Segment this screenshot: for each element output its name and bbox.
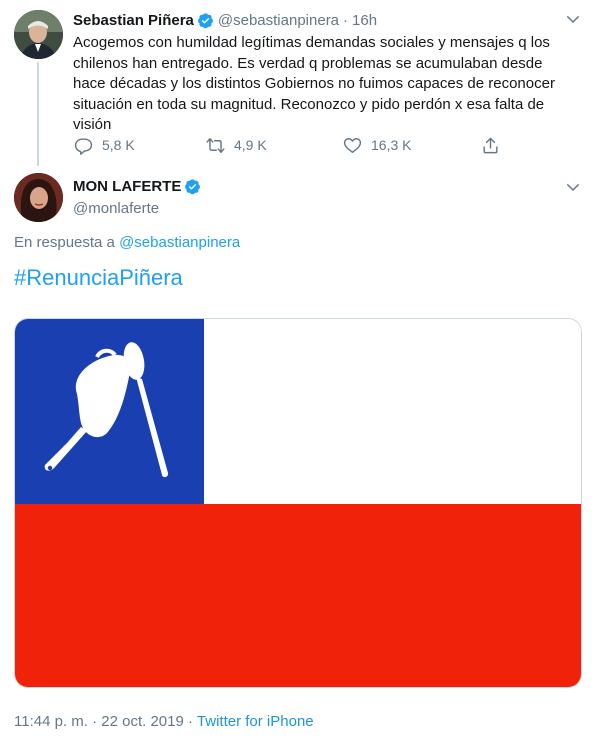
avatar-sebastian-pinera[interactable]	[14, 10, 63, 59]
avatar-mon-laferte[interactable]	[14, 173, 63, 222]
retweet-count: 4,9 K	[234, 137, 267, 153]
like-count: 16,3 K	[371, 137, 412, 153]
parent-time[interactable]: 16h	[352, 12, 377, 29]
chevron-down-icon[interactable]	[564, 10, 582, 28]
share-button[interactable]	[481, 134, 500, 156]
parent-handle[interactable]: @sebastianpinera	[218, 12, 339, 29]
header-separator: ·	[343, 11, 349, 29]
reply-prefix: En respuesta a	[14, 234, 115, 251]
reply-handle-link[interactable]: @sebastianpinera	[119, 234, 240, 251]
tweet-handle[interactable]: @monlaferte	[73, 200, 159, 217]
tweet-source-link[interactable]: Twitter for iPhone	[197, 713, 314, 730]
like-button[interactable]: 16,3 K	[343, 134, 411, 156]
parent-display-name[interactable]: Sebastian Piñera	[73, 12, 194, 29]
retweet-button[interactable]: 4,9 K	[206, 134, 267, 156]
retweet-icon	[206, 137, 225, 153]
chevron-down-icon[interactable]	[564, 178, 582, 196]
reply-count: 5,8 K	[102, 137, 135, 153]
tweet-media-image[interactable]	[14, 318, 582, 688]
parent-tweet-text: Acogemos con humildad legítimas demandas…	[73, 34, 555, 133]
thread-connector-line	[37, 62, 39, 166]
parent-tweet[interactable]: Sebastian Piñera @sebastianpinera · 16h …	[0, 0, 596, 170]
flag-red-stripe	[15, 504, 581, 687]
tweet-display-name[interactable]: MON LAFERTE	[73, 178, 181, 195]
reply-icon	[74, 137, 93, 155]
avatar-image	[14, 173, 63, 222]
avatar-image	[14, 10, 63, 59]
reply-context: En respuesta a @sebastianpinera	[14, 234, 240, 251]
footer-separator: ·	[188, 713, 193, 730]
verified-badge-icon	[184, 178, 201, 195]
tweet-footer: 11:44 p. m. · 22 oct. 2019 · Twitter for…	[14, 713, 314, 730]
share-icon	[483, 137, 498, 153]
hashtag-link[interactable]: #RenunciaPiñera	[14, 265, 183, 291]
parent-tweet-header: Sebastian Piñera @sebastianpinera · 16h	[73, 10, 377, 30]
reply-button[interactable]: 5,8 K	[74, 134, 135, 156]
flag-image	[15, 319, 581, 687]
tweet-timestamp[interactable]: 11:44 p. m. · 22 oct. 2019	[14, 713, 184, 730]
tweet-author-row: MON LAFERTE	[73, 178, 201, 195]
verified-badge-icon	[197, 12, 214, 29]
parent-tweet-actions: 5,8 K 4,9 K 16,3 K	[73, 134, 513, 156]
like-icon	[343, 137, 362, 153]
